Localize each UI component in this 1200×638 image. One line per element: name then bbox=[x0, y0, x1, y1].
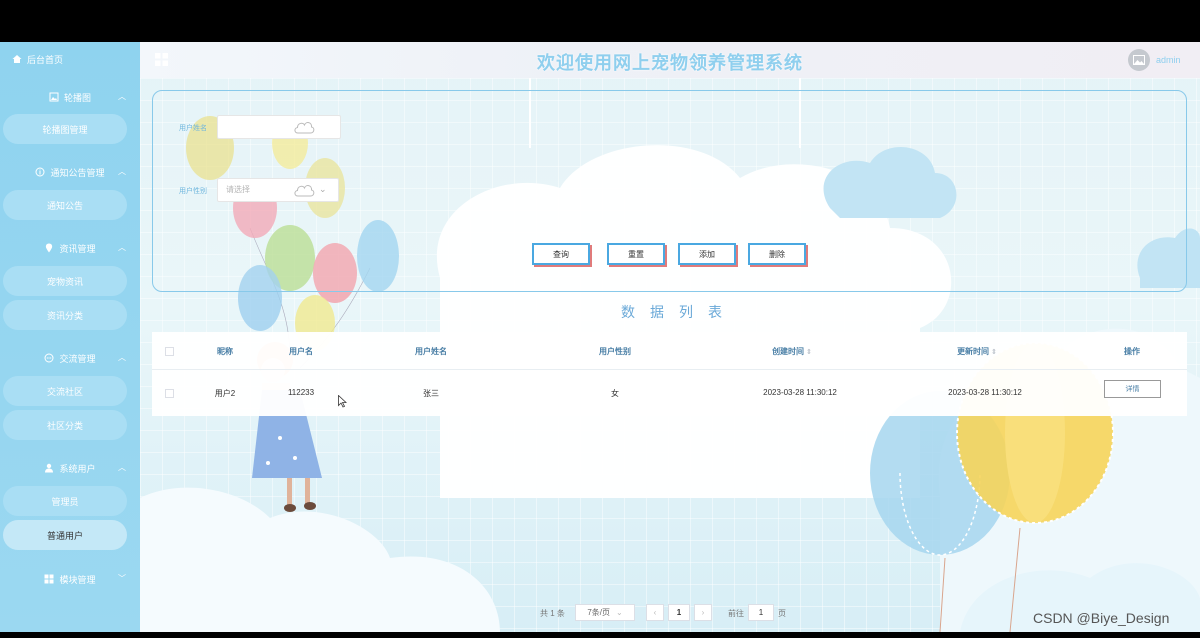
sidebar-group-modules[interactable]: 模块管理 ﹀ bbox=[0, 571, 140, 587]
chevron-up-icon: ︿ bbox=[118, 92, 126, 101]
location-icon bbox=[46, 243, 53, 253]
sidebar-item-home[interactable]: 后台首页 bbox=[12, 52, 63, 66]
sidebar-group-label: 轮播图 bbox=[63, 92, 91, 103]
sort-icon[interactable]: ⇕ bbox=[991, 349, 997, 356]
sidebar: 后台首页 轮播图 ︿ 轮播图管理 通知公告管理 ︿ 通知公告 资讯管理 ︿ 宠物… bbox=[0, 42, 140, 632]
chevron-down-icon: ⌄ bbox=[319, 184, 327, 194]
table-header: 昵称 用户名 用户姓名 用户性别 创建时间 ⇕ 更新时间 ⇕ 操作 bbox=[152, 332, 1187, 370]
column-username: 用户名 bbox=[289, 347, 313, 356]
detail-button[interactable]: 详情 bbox=[1104, 380, 1161, 398]
column-action: 操作 bbox=[1124, 347, 1140, 356]
sidebar-group-label: 通知公告管理 bbox=[50, 167, 105, 178]
sidebar-home-label: 后台首页 bbox=[27, 54, 64, 65]
search-panel: 用户姓名 用户性别 请选择 ⌄ 查询 重置 添加 删除 bbox=[152, 90, 1187, 292]
goto-page-input[interactable]: 1 bbox=[748, 604, 774, 621]
page-size-select[interactable]: 7条/页 ⌄ bbox=[575, 604, 635, 621]
cell-gender: 女 bbox=[611, 389, 619, 398]
cloud-icon bbox=[294, 185, 315, 197]
gender-field-label: 用户性别 bbox=[179, 188, 207, 195]
cell-nickname: 用户2 bbox=[214, 389, 236, 398]
mouse-cursor-icon bbox=[338, 395, 347, 408]
cell-username: 112233 bbox=[287, 388, 315, 397]
chevron-up-icon: ︿ bbox=[118, 167, 126, 176]
page-suffix: 页 bbox=[778, 609, 786, 618]
page-size-value: 7条/页 bbox=[587, 608, 610, 617]
top-bar: 欢迎使用网上宠物领养管理系统 admin bbox=[140, 42, 1200, 78]
list-title: 数据列表 bbox=[621, 304, 737, 320]
avatar[interactable] bbox=[1128, 49, 1150, 71]
add-button[interactable]: 添加 bbox=[678, 243, 736, 265]
table-row[interactable]: 用户2 112233 张三 女 2023-03-28 11:30:12 2023… bbox=[152, 370, 1187, 416]
sidebar-item-admin[interactable]: 管理员 bbox=[3, 486, 127, 516]
current-page[interactable]: 1 bbox=[668, 604, 690, 621]
column-created-label: 创建时间 bbox=[772, 347, 805, 356]
home-icon bbox=[12, 55, 22, 63]
row-checkbox[interactable] bbox=[165, 389, 174, 398]
image-icon bbox=[49, 92, 59, 102]
column-realname: 用户姓名 bbox=[415, 347, 447, 356]
main-content: 欢迎使用网上宠物领养管理系统 admin 用户姓名 用户性别 请选择 ⌄ 查询 … bbox=[140, 42, 1200, 632]
cell-realname: 张三 bbox=[423, 389, 439, 398]
user-icon bbox=[45, 463, 54, 473]
column-updated[interactable]: 更新时间 ⇕ bbox=[957, 346, 997, 357]
chevron-up-icon: ︿ bbox=[118, 243, 126, 252]
sidebar-item-pet-news[interactable]: 宠物资讯 bbox=[3, 266, 127, 296]
sidebar-item-community[interactable]: 交流社区 bbox=[3, 376, 127, 406]
pagination-total: 共 1 条 bbox=[540, 609, 565, 618]
sidebar-group-label: 资讯管理 bbox=[59, 243, 96, 254]
sidebar-group-community[interactable]: 交流管理 ︿ bbox=[0, 350, 140, 366]
sidebar-group-notice[interactable]: 通知公告管理 ︿ bbox=[0, 164, 140, 180]
sidebar-item-news-category[interactable]: 资讯分类 bbox=[3, 300, 127, 330]
cell-updated: 2023-03-28 11:30:12 bbox=[948, 388, 1022, 397]
delete-button[interactable]: 删除 bbox=[748, 243, 806, 265]
data-table: 昵称 用户名 用户姓名 用户性别 创建时间 ⇕ 更新时间 ⇕ 操作 用户2 1122… bbox=[152, 332, 1187, 416]
sidebar-group-label: 交流管理 bbox=[59, 353, 96, 364]
column-updated-label: 更新时间 bbox=[957, 347, 990, 356]
watermark: CSDN @Biye_Design bbox=[1033, 610, 1170, 626]
page-title: 欢迎使用网上宠物领养管理系统 bbox=[537, 53, 803, 73]
next-page-button[interactable]: › bbox=[694, 604, 712, 621]
cloud-icon bbox=[294, 122, 315, 134]
sidebar-item-carousel-manage[interactable]: 轮播图管理 bbox=[3, 114, 127, 144]
image-icon bbox=[1133, 55, 1145, 65]
chevron-up-icon: ︿ bbox=[118, 463, 126, 472]
column-created[interactable]: 创建时间 ⇕ bbox=[772, 346, 812, 357]
sidebar-group-label: 模块管理 bbox=[59, 574, 96, 585]
chevron-down-icon: ﹀ bbox=[118, 574, 126, 583]
select-all-checkbox[interactable] bbox=[165, 347, 174, 356]
sidebar-item-notice[interactable]: 通知公告 bbox=[3, 190, 127, 220]
chat-icon bbox=[44, 353, 54, 363]
cell-created: 2023-03-28 11:30:12 bbox=[763, 388, 837, 397]
name-input[interactable] bbox=[217, 115, 341, 139]
chevron-down-icon: ⌄ bbox=[615, 608, 623, 617]
sidebar-group-carousel[interactable]: 轮播图 ︿ bbox=[0, 89, 140, 105]
sort-icon[interactable]: ⇕ bbox=[806, 349, 812, 356]
sidebar-item-normal-users[interactable]: 普通用户 bbox=[3, 520, 127, 550]
chevron-up-icon: ︿ bbox=[118, 353, 126, 362]
sidebar-group-news[interactable]: 资讯管理 ︿ bbox=[0, 240, 140, 256]
app-window: 后台首页 轮播图 ︿ 轮播图管理 通知公告管理 ︿ 通知公告 资讯管理 ︿ 宠物… bbox=[0, 42, 1200, 632]
sidebar-item-community-category[interactable]: 社区分类 bbox=[3, 410, 127, 440]
prev-page-button[interactable]: ‹ bbox=[646, 604, 664, 621]
reset-button[interactable]: 重置 bbox=[607, 243, 665, 265]
goto-label: 前往 bbox=[728, 609, 744, 618]
column-nickname: 昵称 bbox=[217, 347, 233, 356]
column-gender: 用户性别 bbox=[599, 347, 631, 356]
sidebar-group-label: 系统用户 bbox=[59, 463, 96, 474]
username-label[interactable]: admin bbox=[1156, 55, 1181, 65]
grid-icon bbox=[44, 574, 54, 584]
name-field-label: 用户姓名 bbox=[179, 125, 207, 132]
info-icon bbox=[35, 167, 45, 177]
query-button[interactable]: 查询 bbox=[532, 243, 590, 265]
sidebar-group-users[interactable]: 系统用户 ︿ bbox=[0, 460, 140, 476]
